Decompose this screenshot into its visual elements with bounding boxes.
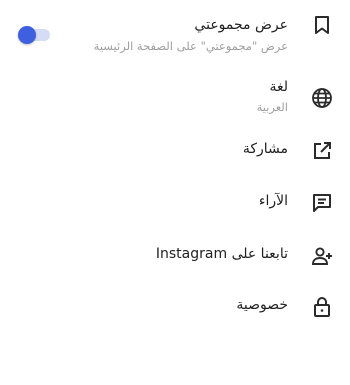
follow-instagram-item[interactable]: تابعنا على Instagram [0,230,350,280]
toggle-knob [18,26,36,44]
show-collection-subtitle: عرض "مجموعتي" على الصفحة الرئيسية [93,39,288,53]
feedback-icon [310,191,334,215]
feedback-title: الآراء [258,193,288,209]
lock-icon [310,295,334,319]
share-item[interactable]: مشاركة [0,126,350,176]
share-icon [310,139,334,163]
show-collection-title: عرض مجموعتي [194,17,288,33]
bookmark-icon [310,13,334,37]
language-item[interactable]: لغة العربية [0,70,350,126]
privacy-item[interactable]: خصوصية [0,282,350,332]
language-title: لغة [269,79,288,95]
language-subtitle: العربية [256,100,288,114]
globe-icon [310,86,334,110]
add-person-icon [310,244,334,268]
feedback-item[interactable]: الآراء [0,178,350,228]
show-collection-toggle[interactable] [18,26,50,44]
privacy-title: خصوصية [236,297,288,313]
settings-menu: عرض مجموعتي عرض "مجموعتي" على الصفحة الر… [0,0,350,385]
share-title: مشاركة [242,141,288,157]
follow-instagram-title: تابعنا على Instagram [155,246,288,262]
show-collection-item[interactable]: عرض مجموعتي عرض "مجموعتي" على الصفحة الر… [0,0,350,68]
